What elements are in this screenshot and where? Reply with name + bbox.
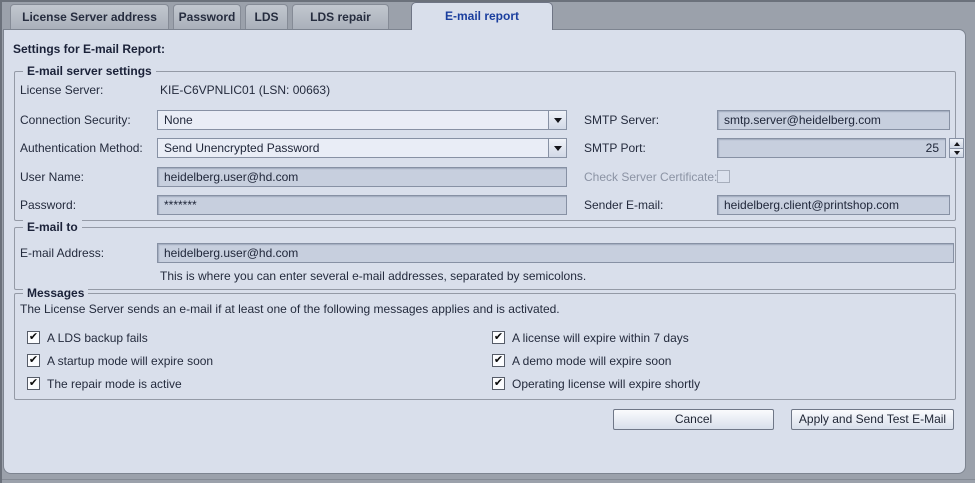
license-expire-7days-label: A license will expire within 7 days: [512, 331, 689, 345]
license-server-label: License Server:: [20, 80, 103, 100]
email-report-panel: Settings for E-mail Report: E-mail serve…: [3, 29, 966, 474]
check-server-certificate-label: Check Server Certificate:: [584, 167, 717, 187]
apply-and-send-test-email-button[interactable]: Apply and Send Test E-Mail: [791, 409, 954, 430]
password-field[interactable]: *******: [157, 195, 567, 215]
cancel-button[interactable]: Cancel: [613, 409, 774, 430]
demo-mode-expire-label: A demo mode will expire soon: [512, 354, 671, 368]
chevron-up-icon: [954, 142, 960, 146]
password-label: Password:: [20, 195, 76, 215]
window-frame-left: [0, 0, 2, 483]
messages-group-title: Messages: [23, 286, 88, 300]
chevron-down-icon: [554, 146, 562, 151]
connection-security-label: Connection Security:: [20, 110, 131, 130]
repair-mode-active-label: The repair mode is active: [47, 377, 182, 391]
repair-mode-active-checkbox[interactable]: ✔: [27, 377, 40, 390]
messages-group: Messages The License Server sends an e-m…: [14, 293, 956, 400]
email-server-settings-group-title: E-mail server settings: [23, 64, 156, 78]
smtp-server-field[interactable]: smtp.server@heidelberg.com: [717, 110, 950, 130]
user-name-field[interactable]: heidelberg.user@hd.com: [157, 167, 567, 187]
auth-method-select[interactable]: Send Unencrypted Password: [157, 138, 567, 158]
email-server-settings-group: E-mail server settings License Server: K…: [14, 71, 956, 221]
sender-email-field[interactable]: heidelberg.client@printshop.com: [717, 195, 950, 215]
license-expire-7days-checkbox[interactable]: ✔: [492, 331, 505, 344]
connection-security-select[interactable]: None: [157, 110, 567, 130]
chevron-down-icon: [554, 118, 562, 123]
window-frame-bottom: [0, 479, 975, 480]
tab-lds-repair[interactable]: LDS repair: [292, 4, 389, 29]
user-name-label: User Name:: [20, 167, 84, 187]
demo-mode-expire-checkbox[interactable]: ✔: [492, 354, 505, 367]
startup-mode-expire-checkbox[interactable]: ✔: [27, 354, 40, 367]
smtp-port-field[interactable]: 25: [717, 138, 946, 158]
lds-backup-fails-checkbox[interactable]: ✔: [27, 331, 40, 344]
chevron-down-icon: [954, 151, 960, 155]
operating-license-expire-checkbox[interactable]: ✔: [492, 377, 505, 390]
page-title: Settings for E-mail Report:: [13, 42, 165, 56]
license-server-dialog: License Server address Password LDS LDS …: [0, 0, 975, 483]
lds-backup-fails-label: A LDS backup fails: [47, 331, 148, 345]
auth-method-dropdown-button[interactable]: [548, 139, 566, 157]
spinner-up-button[interactable]: [949, 138, 964, 148]
smtp-server-label: SMTP Server:: [584, 110, 659, 130]
spinner-down-button[interactable]: [949, 148, 964, 158]
smtp-port-spinner: [949, 138, 964, 158]
email-address-hint: This is where you can enter several e-ma…: [160, 269, 586, 283]
messages-intro-text: The License Server sends an e-mail if at…: [20, 299, 560, 319]
sender-email-label: Sender E-mail:: [584, 195, 663, 215]
tab-license-server-address[interactable]: License Server address: [10, 4, 169, 29]
operating-license-expire-label: Operating license will expire shortly: [512, 377, 700, 391]
email-to-group: E-mail to E-mail Address: heidelberg.use…: [14, 227, 956, 290]
tab-password[interactable]: Password: [173, 4, 241, 29]
connection-security-dropdown-button[interactable]: [548, 111, 566, 129]
connection-security-selected-value: None: [164, 113, 193, 127]
auth-method-selected-value: Send Unencrypted Password: [164, 141, 319, 155]
startup-mode-expire-label: A startup mode will expire soon: [47, 354, 213, 368]
auth-method-label: Authentication Method:: [20, 138, 143, 158]
email-address-label: E-mail Address:: [20, 243, 104, 263]
license-server-value: KIE-C6VPNLIC01 (LSN: 00663): [160, 80, 330, 100]
check-server-certificate-checkbox: [717, 170, 730, 183]
tab-lds[interactable]: LDS: [245, 4, 288, 29]
smtp-port-label: SMTP Port:: [584, 138, 646, 158]
email-address-field[interactable]: heidelberg.user@hd.com: [157, 243, 954, 263]
tab-email-report[interactable]: E-mail report: [411, 2, 553, 30]
email-to-group-title: E-mail to: [23, 220, 82, 234]
